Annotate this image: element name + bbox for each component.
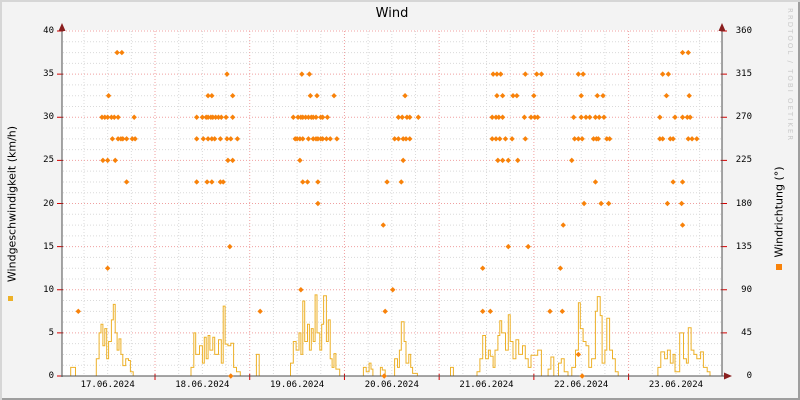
right-tick-label: 135 <box>735 241 752 252</box>
right-tick-label: 315 <box>735 69 752 80</box>
right-tick-label: 180 <box>735 198 752 209</box>
date-label: 18.06.2024 <box>175 380 230 390</box>
left-tick-label: 0 <box>48 371 54 381</box>
rrdtool-wind-graph: Wind Windgeschwindigkeit (km/h) Windrich… <box>0 0 800 400</box>
date-label: 21.06.2024 <box>459 380 514 390</box>
left-tick-label: 10 <box>43 284 54 295</box>
left-tick-label: 25 <box>43 155 54 166</box>
left-tick-label: 20 <box>43 198 54 209</box>
left-tick-label: 15 <box>43 241 54 252</box>
watermark: RRDTOOL / TOBI OETIKER <box>786 8 794 143</box>
right-tick-label: 360 <box>735 26 752 36</box>
right-tick-label: 0 <box>746 371 752 381</box>
date-label: 22.06.2024 <box>554 380 609 390</box>
left-tick-label: 35 <box>43 69 54 80</box>
up-arrow-icon <box>58 23 66 31</box>
date-label: 17.06.2024 <box>80 380 135 390</box>
right-tick-label: 90 <box>741 284 752 295</box>
left-tick-label: 5 <box>48 327 54 338</box>
right-tick-label: 270 <box>735 112 752 123</box>
date-label: 20.06.2024 <box>364 380 419 390</box>
left-tick-label: 30 <box>43 112 54 123</box>
left-tick-label: 40 <box>43 26 54 36</box>
right-tick-label: 45 <box>741 327 752 338</box>
date-label: 23.06.2024 <box>648 380 704 390</box>
chart-plot-area <box>57 23 732 380</box>
date-label: 19.06.2024 <box>269 380 325 390</box>
right-tick-label: 225 <box>735 155 752 166</box>
